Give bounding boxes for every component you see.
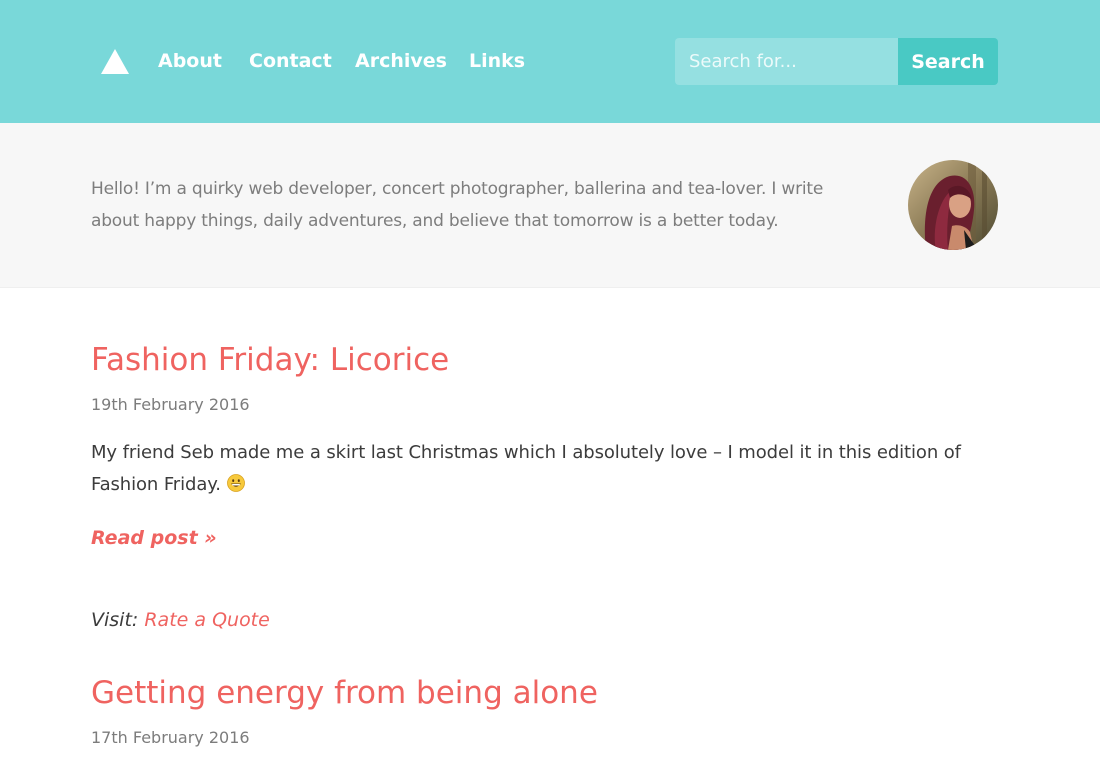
- nav-item-contact[interactable]: Contact: [249, 48, 332, 74]
- intro-text: Hello! I’m a quirky web developer, conce…: [91, 179, 824, 231]
- visit-line: Visit: Rate a Quote: [91, 606, 270, 634]
- post-excerpt-text: My friend Seb made me a skirt last Chris…: [91, 442, 961, 495]
- grinning-emoji-icon: [226, 474, 245, 492]
- search-button[interactable]: Search: [898, 38, 998, 85]
- post-title[interactable]: Getting energy from being alone: [91, 673, 598, 713]
- visit-prefix: Visit:: [91, 609, 139, 631]
- read-post-link[interactable]: Read post »: [91, 524, 217, 552]
- search-input[interactable]: [675, 38, 898, 85]
- nav-item-about[interactable]: About: [158, 48, 222, 74]
- visit-link[interactable]: Rate a Quote: [144, 609, 269, 631]
- post-date: 17th February 2016: [91, 728, 250, 747]
- triangle-logo-icon[interactable]: [101, 49, 129, 74]
- post-excerpt: My friend Seb made me a skirt last Chris…: [91, 437, 991, 501]
- nav-item-links[interactable]: Links: [469, 48, 525, 74]
- avatar: [908, 160, 998, 250]
- intro-section: Hello! I’m a quirky web developer, conce…: [0, 123, 1100, 288]
- post-date: 19th February 2016: [91, 395, 250, 414]
- avatar-photo: [908, 160, 998, 250]
- site-header: About Contact Archives Links Search: [0, 0, 1100, 123]
- post-title[interactable]: Fashion Friday: Licorice: [91, 340, 449, 380]
- nav-item-archives[interactable]: Archives: [355, 48, 447, 74]
